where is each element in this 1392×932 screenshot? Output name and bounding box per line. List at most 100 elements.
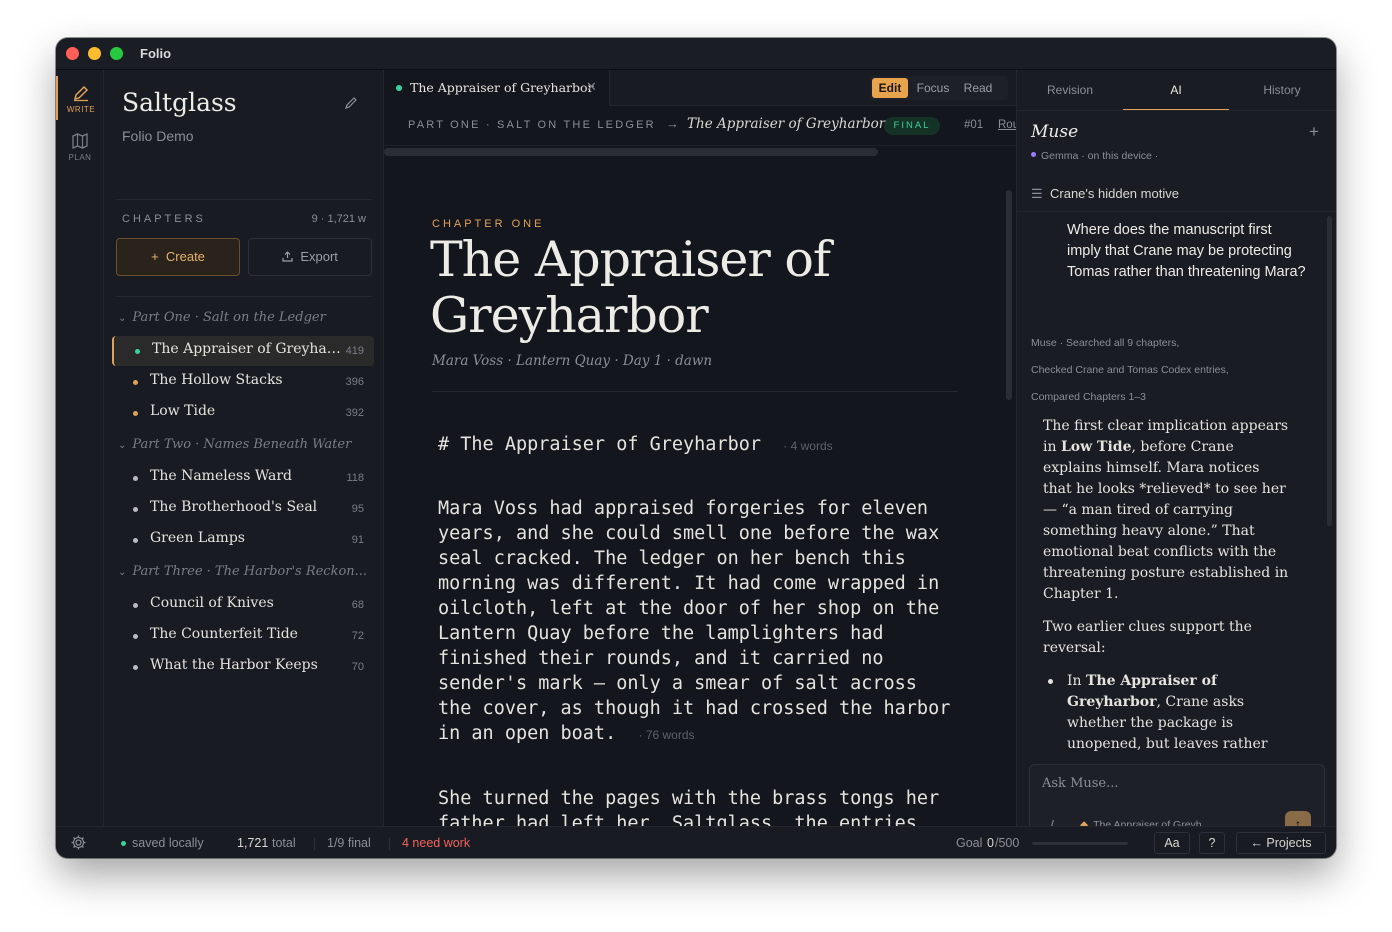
rail-plan[interactable]: PLAN [56,124,104,168]
horizontal-scrollbar[interactable] [384,148,878,156]
chapter-name: The Hollow Stacks [150,372,283,388]
user-question: Where does the manuscript first imply th… [1067,222,1306,280]
chapter-word-count: 70 [351,661,364,673]
tab-revision[interactable]: Revision [1017,70,1123,110]
editor-scrollbar[interactable] [1006,190,1012,400]
status-badge[interactable]: FINAL [884,117,940,135]
tab-bar: The Appraiser of Greyharbor ✕ Edit Focus… [384,70,1016,106]
answer-paragraph: The first clear implication appears in L… [1043,416,1291,605]
manuscript-paragraph[interactable]: Mara Voss had appraised forgeries for el… [438,496,950,748]
chapter-word-count: 419 [345,345,364,357]
ask-input[interactable]: Ask Muse... [1042,776,1119,791]
chapter-item[interactable]: What the Harbor Keeps 70 [112,652,374,682]
app-window: Folio WRITE PLAN Saltglass Folio Demo CH… [56,38,1336,858]
chapter-status-dot [133,411,138,416]
goal-target: /500 [995,836,1020,850]
upload-icon [282,251,293,262]
tab-label: The Appraiser of Greyharbor [410,80,594,95]
chapter-name: Low Tide [150,403,216,419]
paragraph-text: Mara Voss had appraised forgeries for el… [438,498,951,744]
chapter-word-count: 72 [351,630,364,642]
breadcrumb-more[interactable]: Rou [998,119,1016,131]
arrow-right-icon: → [666,116,679,131]
search-step: Muse · Searched all 9 chapters, [1031,337,1180,349]
tab-chapter[interactable]: The Appraiser of Greyharbor ✕ [384,70,610,106]
projects-button[interactable]: ← Projects [1236,832,1326,854]
part-header[interactable]: ⌄ Part Three · The Harbor's Reckon... [118,564,367,579]
mode-read[interactable]: Read [958,78,998,98]
part-header[interactable]: ⌄ Part One · Salt on the Ledger [118,310,326,325]
chapter-item[interactable]: Council of Knives 68 [112,590,374,620]
search-step: Compared Chapters 1–3 [1031,391,1146,403]
tab-status-dot [396,85,402,91]
chapter-item[interactable]: Low Tide 392 [112,398,374,428]
chapter-name: The Counterfeit Tide [150,626,298,642]
chevron-down-icon: ⌄ [118,313,127,324]
close-icon[interactable]: ✕ [586,79,597,95]
assistant-answer: The first clear implication appears in L… [1043,416,1291,766]
answer-list: In The Appraiser of Greyharbor, Crane as… [1043,671,1291,755]
goal-progress-bar [1032,842,1128,845]
chapter-status-dot [133,476,138,481]
chapter-status-dot [133,603,138,608]
edit-project-icon[interactable] [344,96,358,115]
menu-icon: ☰ [1031,186,1043,201]
chapters-heading: CHAPTERS [122,213,206,225]
chapters-sidebar: Saltglass Folio Demo CHAPTERS 9 · 1,721 … [104,70,384,826]
breadcrumb-chapter[interactable]: The Appraiser of Greyharbor [687,116,885,132]
breadcrumb-part[interactable]: PART ONE · SALT ON THE LEDGER [408,119,656,131]
mode-edit[interactable]: Edit [872,78,908,98]
chapter-item[interactable]: The Counterfeit Tide 72 [112,621,374,651]
sidebar-divider [116,199,372,200]
chapter-item[interactable]: The Hollow Stacks 396 [112,367,374,397]
status-separator [389,838,390,850]
title-bar: Folio [56,38,1336,70]
part-header[interactable]: ⌄ Part Two · Names Beneath Water [118,437,351,452]
chapter-item[interactable]: The Appraiser of Greyharbor 419 [112,336,374,366]
answer-list-item: In The Appraiser of Greyharbor, Crane as… [1043,671,1291,755]
create-label: Create [165,249,205,264]
help-button[interactable]: ? [1199,832,1225,854]
chevron-down-icon: ⌄ [118,567,127,578]
rail-write[interactable]: WRITE [56,76,104,120]
chapter-status-dot [133,665,138,670]
chapter-reference[interactable]: Low Tide [1061,439,1132,455]
chapter-item[interactable]: The Brotherhood's Seal 95 [112,494,374,524]
breadcrumb: PART ONE · SALT ON THE LEDGER → The Appr… [384,106,1016,146]
chapter-kicker: CHAPTER ONE [432,218,545,230]
thread-selector[interactable]: ☰ Crane's hidden motive [1031,186,1179,202]
chat-scrollbar[interactable] [1327,216,1332,526]
gear-icon[interactable] [70,834,87,856]
paragraph-word-count: · 76 words [638,728,695,742]
app-title: Folio [140,46,172,61]
create-button[interactable]: + Create [116,238,240,276]
manuscript-heading[interactable]: # The Appraiser of Greyharbor · 4 words [438,432,833,459]
total-words: 1,721 [237,836,269,850]
part-label: Part One · Salt on the Ledger [132,310,326,325]
chapter-meta[interactable]: Mara Voss · Lantern Quay · Day 1 · dawn [432,353,712,369]
need-work-count[interactable]: 4 need work [402,836,470,850]
chapter-name: The Appraiser of Greyharbor [152,341,342,357]
chapter-title[interactable]: The Appraiser of Greyharbor [430,232,880,344]
chapter-item[interactable]: Green Lamps 91 [112,525,374,555]
chevron-down-icon: ⌄ [118,440,127,451]
chapter-word-count: 396 [345,376,364,388]
new-thread-icon[interactable]: + [1309,122,1319,142]
export-button[interactable]: Export [248,238,372,276]
goal-value: 0 [987,836,994,850]
chapter-name: The Nameless Ward [150,468,293,484]
tab-ai[interactable]: AI [1123,70,1229,110]
zoom-window-button[interactable] [110,47,123,60]
chapter-name: Council of Knives [150,595,274,611]
chapter-item[interactable]: The Nameless Ward 118 [112,463,374,493]
close-window-button[interactable] [66,47,79,60]
font-settings-button[interactable]: Aa [1154,832,1190,854]
sidebar-divider [116,296,372,297]
minimize-window-button[interactable] [88,47,101,60]
model-indicator[interactable]: Gemma · on this device · [1031,150,1158,162]
part-label: Part Three · The Harbor's Reckon... [132,564,368,579]
title-divider [432,391,958,392]
chapter-name: Green Lamps [150,530,245,546]
mode-focus[interactable]: Focus [912,78,954,98]
tab-history[interactable]: History [1229,70,1335,110]
